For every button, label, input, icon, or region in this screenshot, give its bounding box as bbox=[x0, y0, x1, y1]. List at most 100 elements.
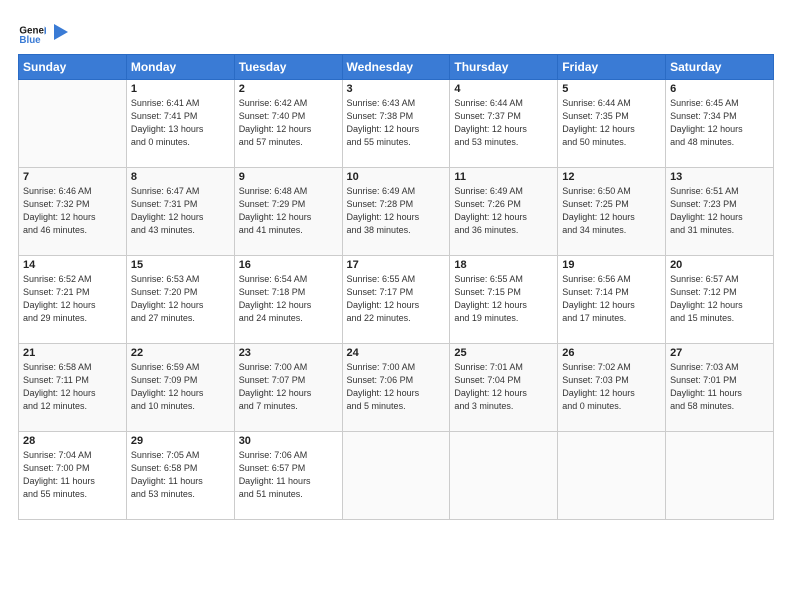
logo: General Blue bbox=[18, 18, 72, 46]
day-info: Sunrise: 6:57 AM Sunset: 7:12 PM Dayligh… bbox=[670, 273, 769, 325]
day-number: 20 bbox=[670, 259, 769, 271]
week-row-2: 7 Sunrise: 6:46 AM Sunset: 7:32 PM Daylig… bbox=[19, 168, 774, 256]
day-cell: 4Sunrise: 6:44 AM Sunset: 7:37 PM Daylig… bbox=[450, 80, 558, 168]
day-cell: 11Sunrise: 6:49 AM Sunset: 7:26 PM Dayli… bbox=[450, 168, 558, 256]
day-cell: 30 Sunrise: 7:06 AM Sunset: 6:57 PM Dayli… bbox=[234, 432, 342, 520]
day-number: 26 bbox=[562, 347, 661, 359]
day-cell: 7 Sunrise: 6:46 AM Sunset: 7:32 PM Daylig… bbox=[19, 168, 127, 256]
day-number: 2 bbox=[239, 83, 338, 95]
day-info: Sunrise: 6:56 AM Sunset: 7:14 PM Dayligh… bbox=[562, 273, 661, 325]
day-cell: 21 Sunrise: 6:58 AM Sunset: 7:11 PM Dayli… bbox=[19, 344, 127, 432]
day-cell: 14Sunrise: 6:52 AM Sunset: 7:21 PM Dayli… bbox=[19, 256, 127, 344]
week-row-4: 21 Sunrise: 6:58 AM Sunset: 7:11 PM Dayli… bbox=[19, 344, 774, 432]
day-cell: 13Sunrise: 6:51 AM Sunset: 7:23 PM Dayli… bbox=[666, 168, 774, 256]
day-cell: 28 Sunrise: 7:04 AM Sunset: 7:00 PM Dayli… bbox=[19, 432, 127, 520]
weekday-header-monday: Monday bbox=[126, 55, 234, 80]
weekday-header-tuesday: Tuesday bbox=[234, 55, 342, 80]
day-info: Sunrise: 6:50 AM Sunset: 7:25 PM Dayligh… bbox=[562, 185, 661, 237]
day-number: 13 bbox=[670, 171, 769, 183]
day-info: Sunrise: 7:05 AM Sunset: 6:58 PM Dayligh… bbox=[131, 449, 230, 501]
day-info: Sunrise: 6:41 AM Sunset: 7:41 PM Dayligh… bbox=[131, 97, 230, 149]
day-cell bbox=[666, 432, 774, 520]
day-number: 6 bbox=[670, 83, 769, 95]
day-cell bbox=[450, 432, 558, 520]
day-info: Sunrise: 7:00 AM Sunset: 7:07 PM Dayligh… bbox=[239, 361, 338, 413]
day-info: Sunrise: 7:00 AM Sunset: 7:06 PM Dayligh… bbox=[347, 361, 446, 413]
day-cell: 16Sunrise: 6:54 AM Sunset: 7:18 PM Dayli… bbox=[234, 256, 342, 344]
day-number: 19 bbox=[562, 259, 661, 271]
day-cell: 10 Sunrise: 6:49 AM Sunset: 7:28 PM Dayli… bbox=[342, 168, 450, 256]
day-cell: 3Sunrise: 6:43 AM Sunset: 7:38 PM Daylig… bbox=[342, 80, 450, 168]
weekday-header-sunday: Sunday bbox=[19, 55, 127, 80]
weekday-header-saturday: Saturday bbox=[666, 55, 774, 80]
day-info: Sunrise: 7:01 AM Sunset: 7:04 PM Dayligh… bbox=[454, 361, 553, 413]
week-row-3: 14Sunrise: 6:52 AM Sunset: 7:21 PM Dayli… bbox=[19, 256, 774, 344]
day-info: Sunrise: 6:45 AM Sunset: 7:34 PM Dayligh… bbox=[670, 97, 769, 149]
day-cell: 17 Sunrise: 6:55 AM Sunset: 7:17 PM Dayli… bbox=[342, 256, 450, 344]
day-info: Sunrise: 7:02 AM Sunset: 7:03 PM Dayligh… bbox=[562, 361, 661, 413]
day-info: Sunrise: 6:44 AM Sunset: 7:35 PM Dayligh… bbox=[562, 97, 661, 149]
day-number: 3 bbox=[347, 83, 446, 95]
day-cell: 6 Sunrise: 6:45 AM Sunset: 7:34 PM Daylig… bbox=[666, 80, 774, 168]
day-number: 22 bbox=[131, 347, 230, 359]
week-row-1: 1 Sunrise: 6:41 AM Sunset: 7:41 PM Daylig… bbox=[19, 80, 774, 168]
day-cell bbox=[342, 432, 450, 520]
page: General Blue SundayMondayTuesdayWednesda… bbox=[0, 0, 792, 612]
day-number: 15 bbox=[131, 259, 230, 271]
day-number: 8 bbox=[131, 171, 230, 183]
day-info: Sunrise: 6:55 AM Sunset: 7:17 PM Dayligh… bbox=[347, 273, 446, 325]
header: General Blue bbox=[18, 18, 774, 46]
day-cell: 1 Sunrise: 6:41 AM Sunset: 7:41 PM Daylig… bbox=[126, 80, 234, 168]
day-cell: 12 Sunrise: 6:50 AM Sunset: 7:25 PM Dayli… bbox=[558, 168, 666, 256]
day-number: 14 bbox=[23, 259, 122, 271]
day-number: 12 bbox=[562, 171, 661, 183]
day-cell: 9Sunrise: 6:48 AM Sunset: 7:29 PM Daylig… bbox=[234, 168, 342, 256]
day-cell: 26 Sunrise: 7:02 AM Sunset: 7:03 PM Dayli… bbox=[558, 344, 666, 432]
day-info: Sunrise: 7:06 AM Sunset: 6:57 PM Dayligh… bbox=[239, 449, 338, 501]
day-cell: 8 Sunrise: 6:47 AM Sunset: 7:31 PM Daylig… bbox=[126, 168, 234, 256]
weekday-header-wednesday: Wednesday bbox=[342, 55, 450, 80]
weekday-header-thursday: Thursday bbox=[450, 55, 558, 80]
day-number: 17 bbox=[347, 259, 446, 271]
day-number: 23 bbox=[239, 347, 338, 359]
day-number: 4 bbox=[454, 83, 553, 95]
day-info: Sunrise: 6:49 AM Sunset: 7:26 PM Dayligh… bbox=[454, 185, 553, 237]
day-number: 7 bbox=[23, 171, 122, 183]
day-info: Sunrise: 6:48 AM Sunset: 7:29 PM Dayligh… bbox=[239, 185, 338, 237]
day-number: 29 bbox=[131, 435, 230, 447]
day-cell: 22 Sunrise: 6:59 AM Sunset: 7:09 PM Dayli… bbox=[126, 344, 234, 432]
day-cell: 25Sunrise: 7:01 AM Sunset: 7:04 PM Dayli… bbox=[450, 344, 558, 432]
logo-arrow bbox=[54, 22, 72, 42]
logo-icon: General Blue bbox=[18, 18, 46, 46]
day-info: Sunrise: 6:58 AM Sunset: 7:11 PM Dayligh… bbox=[23, 361, 122, 413]
day-number: 21 bbox=[23, 347, 122, 359]
day-info: Sunrise: 6:55 AM Sunset: 7:15 PM Dayligh… bbox=[454, 273, 553, 325]
day-cell: 19 Sunrise: 6:56 AM Sunset: 7:14 PM Dayli… bbox=[558, 256, 666, 344]
day-cell: 18 Sunrise: 6:55 AM Sunset: 7:15 PM Dayli… bbox=[450, 256, 558, 344]
day-cell bbox=[19, 80, 127, 168]
day-cell: 20 Sunrise: 6:57 AM Sunset: 7:12 PM Dayli… bbox=[666, 256, 774, 344]
week-row-5: 28 Sunrise: 7:04 AM Sunset: 7:00 PM Dayli… bbox=[19, 432, 774, 520]
day-cell: 24Sunrise: 7:00 AM Sunset: 7:06 PM Dayli… bbox=[342, 344, 450, 432]
day-cell: 27Sunrise: 7:03 AM Sunset: 7:01 PM Dayli… bbox=[666, 344, 774, 432]
day-cell: 15 Sunrise: 6:53 AM Sunset: 7:20 PM Dayli… bbox=[126, 256, 234, 344]
day-info: Sunrise: 6:49 AM Sunset: 7:28 PM Dayligh… bbox=[347, 185, 446, 237]
day-info: Sunrise: 6:42 AM Sunset: 7:40 PM Dayligh… bbox=[239, 97, 338, 149]
day-number: 5 bbox=[562, 83, 661, 95]
day-info: Sunrise: 6:53 AM Sunset: 7:20 PM Dayligh… bbox=[131, 273, 230, 325]
weekday-header-row: SundayMondayTuesdayWednesdayThursdayFrid… bbox=[19, 55, 774, 80]
day-number: 28 bbox=[23, 435, 122, 447]
day-number: 16 bbox=[239, 259, 338, 271]
day-number: 18 bbox=[454, 259, 553, 271]
day-cell bbox=[558, 432, 666, 520]
day-cell: 2 Sunrise: 6:42 AM Sunset: 7:40 PM Daylig… bbox=[234, 80, 342, 168]
day-info: Sunrise: 6:59 AM Sunset: 7:09 PM Dayligh… bbox=[131, 361, 230, 413]
day-number: 10 bbox=[347, 171, 446, 183]
day-number: 27 bbox=[670, 347, 769, 359]
day-info: Sunrise: 6:46 AM Sunset: 7:32 PM Dayligh… bbox=[23, 185, 122, 237]
day-info: Sunrise: 6:47 AM Sunset: 7:31 PM Dayligh… bbox=[131, 185, 230, 237]
day-number: 30 bbox=[239, 435, 338, 447]
day-cell: 29 Sunrise: 7:05 AM Sunset: 6:58 PM Dayli… bbox=[126, 432, 234, 520]
day-info: Sunrise: 7:04 AM Sunset: 7:00 PM Dayligh… bbox=[23, 449, 122, 501]
day-number: 1 bbox=[131, 83, 230, 95]
